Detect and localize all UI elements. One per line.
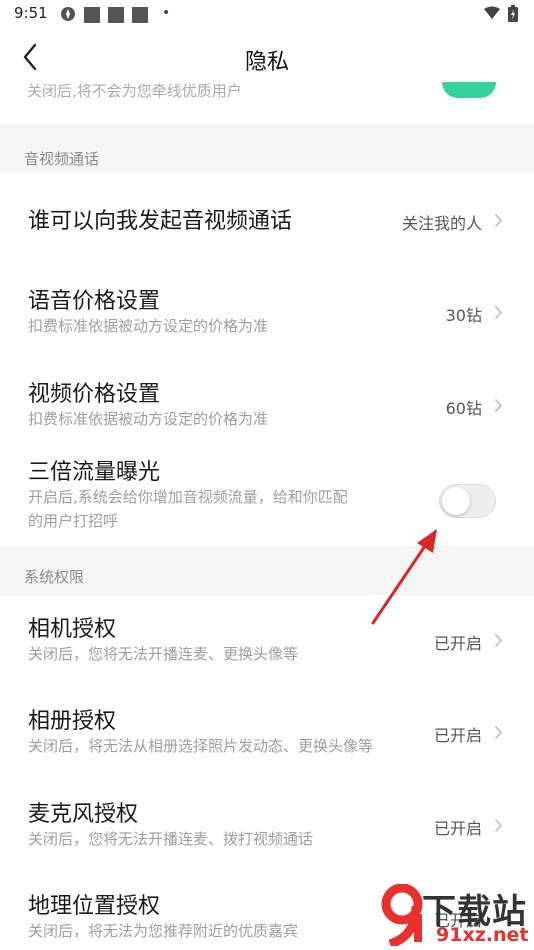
section-title: 音视频通话 bbox=[24, 150, 100, 168]
album-permission-row[interactable]: 相册授权 关闭后，将无法从相册选择照片发动态、更换头像等 已开启 bbox=[0, 687, 534, 780]
row-description: 开启后,系统会给你增加音视频流量，给和你匹配 bbox=[28, 488, 348, 506]
wifi-icon bbox=[484, 6, 500, 19]
app-notification-icon bbox=[61, 7, 75, 21]
page-title: 隐私 bbox=[244, 50, 289, 75]
chevron-right-icon bbox=[494, 725, 503, 740]
row-description: 关闭后，您将无法开播连麦、更换头像等 bbox=[28, 645, 299, 663]
triple-traffic-toggle[interactable] bbox=[439, 484, 496, 518]
section-header-system: 系统权限 bbox=[0, 546, 534, 595]
video-price-row[interactable]: 视频价格设置 扣费标准依据被动方设定的价格为准 60钻 bbox=[0, 358, 534, 450]
row-value: 60钻 bbox=[445, 399, 482, 418]
chevron-right-icon bbox=[494, 398, 503, 413]
annotation-arrow-icon bbox=[371, 529, 437, 625]
row-value: 已开启 bbox=[433, 726, 482, 745]
who-can-call-row[interactable]: 谁可以向我发起音视频通话 关注我的人 bbox=[0, 173, 534, 265]
row-title: 谁可以向我发起音视频通话 bbox=[28, 209, 293, 234]
row-description: 关闭后，将无法为您推荐附近的优质嘉宾 bbox=[28, 922, 299, 940]
section-title: 系统权限 bbox=[24, 568, 85, 586]
camera-permission-row[interactable]: 相机授权 关闭后，您将无法开播连麦、更换头像等 已开启 bbox=[0, 595, 534, 687]
watermark-url: 91xz.net bbox=[436, 924, 529, 946]
row-title: 相机授权 bbox=[28, 617, 117, 642]
battery-icon bbox=[508, 5, 518, 22]
section-header-av-call: 音视频通话 bbox=[0, 124, 534, 173]
row-description: 关闭后，将无法从相册选择照片发动态、更换头像等 bbox=[28, 737, 374, 755]
row-value: 30钻 bbox=[445, 306, 482, 325]
chevron-right-icon bbox=[494, 213, 503, 228]
row-value: 已开启 bbox=[433, 819, 482, 838]
row-description: 的用户打招呼 bbox=[28, 512, 119, 530]
notification-icon bbox=[132, 7, 148, 23]
row-description: 关闭后,将不会为您牵线优质用户 bbox=[27, 82, 242, 100]
recommend-row: 关闭后,将不会为您牵线优质用户 bbox=[0, 82, 534, 124]
watermark-logo-icon bbox=[381, 884, 423, 946]
microphone-permission-row[interactable]: 麦克风授权 关闭后，您将无法开播连麦、拨打视频通话 已开启 bbox=[0, 780, 534, 872]
row-description: 扣费标准依据被动方设定的价格为准 bbox=[28, 317, 269, 335]
row-title: 视频价格设置 bbox=[28, 382, 161, 407]
voice-price-row[interactable]: 语音价格设置 扣费标准依据被动方设定的价格为准 30钻 bbox=[0, 265, 534, 358]
notification-icon bbox=[84, 7, 100, 23]
status-bar: 9:51 • bbox=[0, 0, 534, 28]
watermark: 下载站 91xz.net bbox=[380, 882, 534, 950]
chevron-right-icon bbox=[494, 818, 503, 833]
notification-icon bbox=[108, 7, 124, 23]
row-title: 麦克风授权 bbox=[28, 802, 139, 827]
row-title: 语音价格设置 bbox=[28, 289, 161, 314]
row-value: 关注我的人 bbox=[401, 214, 482, 233]
row-description: 关闭后，您将无法开播连麦、拨打视频通话 bbox=[28, 830, 314, 848]
chevron-right-icon bbox=[494, 633, 503, 648]
row-title: 地理位置授权 bbox=[28, 894, 161, 919]
row-description: 扣费标准依据被动方设定的价格为准 bbox=[28, 410, 269, 428]
toggle-knob bbox=[442, 487, 470, 515]
chevron-right-icon bbox=[494, 305, 503, 320]
triple-traffic-row: 三倍流量曝光 开启后,系统会给你增加音视频流量，给和你匹配 的用户打招呼 bbox=[0, 450, 534, 546]
row-title: 相册授权 bbox=[28, 709, 117, 734]
row-title: 三倍流量曝光 bbox=[28, 460, 161, 485]
recommend-toggle[interactable] bbox=[442, 82, 496, 98]
status-time: 9:51 bbox=[14, 4, 48, 22]
more-notifications-icon: • bbox=[162, 5, 171, 21]
row-value: 已开启 bbox=[433, 634, 482, 653]
